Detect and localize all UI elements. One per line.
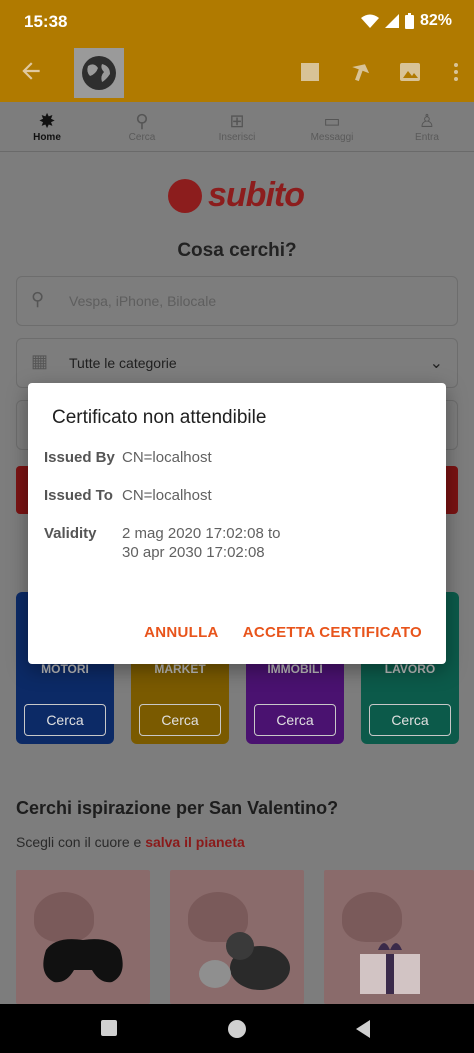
search-heading: Cosa cerchi? — [177, 240, 297, 261]
cerca-button[interactable]: Cerca — [139, 704, 221, 736]
site-nav-tabs: ✸ Home ⚲ Cerca ⊞ Inserisci ▭ Messaggi ♙ … — [0, 102, 474, 152]
tab-entra[interactable]: ♙ Entra — [392, 110, 462, 143]
chevron-down-icon: ⌄ — [429, 355, 443, 372]
tab-messaggi[interactable]: ▭ Messaggi — [297, 110, 367, 143]
signal-icon — [384, 14, 399, 28]
tab-label: Inserisci — [218, 132, 256, 143]
logo-mark-icon — [168, 178, 202, 213]
inspiration-title: Cerchi ispirazione per San Valentino? — [16, 798, 339, 818]
back-arrow-icon[interactable] — [18, 58, 44, 84]
issued-to-label: Issued To — [44, 487, 113, 504]
more-vert-icon[interactable] — [444, 60, 468, 84]
category-name: LAVORO — [384, 662, 436, 676]
app-bar — [0, 44, 474, 102]
status-time: 15:38 — [24, 12, 68, 31]
certificate-dialog: Certificato non attendibile Issued By CN… — [28, 383, 446, 664]
search-icon: ⚲ — [31, 289, 45, 309]
tab-label: Cerca — [128, 132, 156, 143]
category-name: MOTORI — [41, 662, 89, 676]
subtitle-highlight[interactable]: salva il pianeta — [145, 834, 245, 850]
cancel-button[interactable]: ANNULLA — [144, 624, 219, 641]
promo-card-gift[interactable] — [324, 870, 474, 1004]
issued-to-value: CN=localhost — [122, 487, 212, 504]
wifi-icon — [360, 14, 379, 28]
tab-label: Home — [33, 132, 61, 143]
share-icon[interactable] — [348, 60, 372, 84]
home-icon: ✸ — [39, 111, 55, 131]
search-input[interactable]: ⚲ Vespa, iPhone, Bilocale — [16, 276, 458, 326]
tab-label: Messaggi — [310, 132, 354, 143]
stop-icon[interactable] — [298, 60, 322, 84]
tab-cerca[interactable]: ⚲ Cerca — [107, 110, 177, 143]
home-button-icon[interactable] — [228, 1020, 246, 1038]
promo-card-gaming[interactable] — [16, 870, 150, 1004]
dialog-title: Certificato non attendibile — [52, 407, 267, 428]
add-icon: ⊞ — [229, 111, 245, 131]
subito-logo: subito — [168, 176, 305, 215]
dialog-actions: ANNULLA ACCETTA CERTIFICATO — [144, 624, 422, 641]
site-favicon[interactable] — [74, 48, 124, 98]
status-icons: 82% — [360, 12, 452, 30]
image-icon[interactable] — [398, 60, 422, 84]
system-nav-bar — [0, 1004, 474, 1053]
search-placeholder: Vespa, iPhone, Bilocale — [69, 293, 217, 309]
tab-inserisci[interactable]: ⊞ Inserisci — [202, 110, 272, 143]
category-name: IMMOBILI — [267, 662, 323, 676]
inspiration-subtitle: Scegli con il cuore e salva il pianeta — [16, 834, 245, 850]
grid-icon: ▦ — [31, 351, 49, 371]
cerca-button[interactable]: Cerca — [24, 704, 106, 736]
globe-icon — [82, 56, 116, 90]
recents-icon[interactable] — [101, 1020, 117, 1036]
tab-label: Entra — [415, 132, 439, 143]
validity-label: Validity — [44, 525, 97, 542]
validity-value-line2: 30 apr 2030 17:02:08 — [122, 544, 265, 561]
issued-by-label: Issued By — [44, 449, 115, 466]
validity-value-line1: 2 mag 2020 17:02:08 to — [122, 525, 281, 542]
subtitle-text: Scegli con il cuore e — [16, 834, 142, 850]
user-icon: ♙ — [418, 111, 436, 131]
chat-icon: ▭ — [323, 111, 341, 131]
category-name: MARKET — [154, 662, 206, 676]
category-value: Tutte le categorie — [69, 355, 177, 371]
gamepad-icon — [43, 939, 123, 983]
tab-home[interactable]: ✸ Home — [12, 110, 82, 143]
status-bar: 15:38 82% — [0, 0, 474, 44]
pet-icon — [199, 932, 290, 990]
cerca-button[interactable]: Cerca — [369, 704, 451, 736]
logo-text: subito — [208, 176, 305, 214]
back-triangle-icon[interactable] — [356, 1020, 370, 1038]
issued-by-value: CN=localhost — [122, 449, 212, 466]
accept-certificate-button[interactable]: ACCETTA CERTIFICATO — [243, 624, 422, 641]
battery-percent: 82% — [419, 12, 452, 29]
battery-icon — [404, 13, 414, 29]
search-icon: ⚲ — [135, 111, 149, 131]
gift-icon — [360, 943, 420, 994]
cerca-button[interactable]: Cerca — [254, 704, 336, 736]
promo-card-pets[interactable] — [170, 870, 304, 1004]
category-select[interactable]: ▦ Tutte le categorie ⌄ — [16, 338, 458, 388]
